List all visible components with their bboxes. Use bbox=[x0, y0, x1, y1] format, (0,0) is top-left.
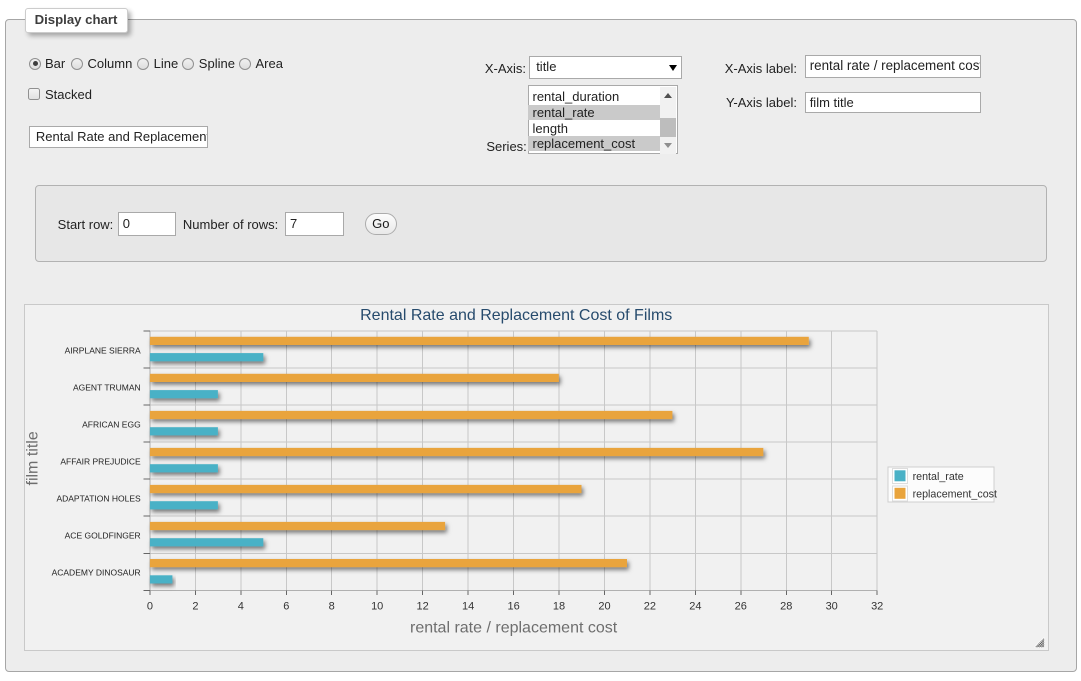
svg-text:AGENT TRUMAN: AGENT TRUMAN bbox=[73, 383, 141, 393]
svg-text:replacement_cost: replacement_cost bbox=[913, 488, 997, 500]
svg-text:0: 0 bbox=[147, 601, 153, 613]
svg-text:AFFAIR PREJUDICE: AFFAIR PREJUDICE bbox=[61, 457, 142, 467]
svg-text:4: 4 bbox=[238, 601, 244, 613]
svg-text:6: 6 bbox=[284, 601, 290, 613]
svg-text:film title: film title bbox=[25, 431, 41, 485]
svg-text:AIRPLANE SIERRA: AIRPLANE SIERRA bbox=[65, 346, 141, 356]
svg-text:18: 18 bbox=[553, 601, 565, 613]
svg-text:28: 28 bbox=[781, 601, 793, 613]
svg-text:24: 24 bbox=[690, 601, 702, 613]
svg-text:8: 8 bbox=[329, 601, 335, 613]
svg-text:22: 22 bbox=[644, 601, 656, 613]
svg-text:16: 16 bbox=[508, 601, 520, 613]
svg-text:26: 26 bbox=[735, 601, 747, 613]
svg-text:rental_rate: rental_rate bbox=[913, 471, 964, 483]
svg-text:ACADEMY DINOSAUR: ACADEMY DINOSAUR bbox=[52, 568, 141, 578]
svg-text:ACE GOLDFINGER: ACE GOLDFINGER bbox=[65, 531, 141, 541]
svg-text:10: 10 bbox=[371, 601, 383, 613]
svg-text:30: 30 bbox=[826, 601, 838, 613]
svg-text:Rental Rate and Replacement Co: Rental Rate and Replacement Cost of Film… bbox=[361, 307, 673, 324]
svg-text:2: 2 bbox=[193, 601, 199, 613]
svg-text:AFRICAN EGG: AFRICAN EGG bbox=[83, 420, 142, 430]
svg-text:14: 14 bbox=[462, 601, 474, 613]
svg-text:rental rate / replacement cost: rental rate / replacement cost bbox=[410, 620, 618, 637]
svg-text:32: 32 bbox=[871, 601, 883, 613]
svg-text:12: 12 bbox=[417, 601, 429, 613]
svg-text:ADAPTATION HOLES: ADAPTATION HOLES bbox=[57, 494, 142, 504]
svg-text:20: 20 bbox=[599, 601, 611, 613]
